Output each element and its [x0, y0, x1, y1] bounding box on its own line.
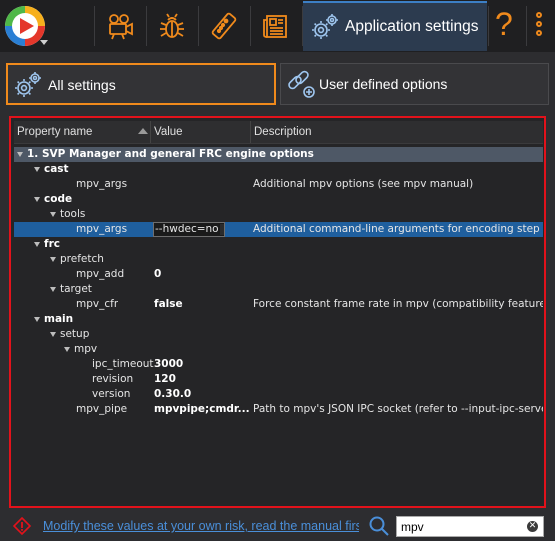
- expand-triangle-icon[interactable]: [50, 257, 56, 262]
- property-row[interactable]: mpv_add 0: [14, 267, 543, 282]
- property-row[interactable]: ipc_timeout 3000: [14, 357, 543, 372]
- toolbar-divider: [250, 6, 251, 46]
- user-defined-options-label: User defined options: [319, 76, 448, 92]
- property-value[interactable]: 0.30.0: [154, 387, 249, 402]
- property-grid: Property name Value Description 1. SVP M…: [9, 116, 546, 508]
- group-row[interactable]: frc: [14, 237, 543, 252]
- toolbar-divider: [488, 6, 489, 46]
- property-row[interactable]: mpv_args Additional mpv options (see mpv …: [14, 177, 543, 192]
- expand-triangle-icon[interactable]: [50, 287, 56, 292]
- group-row[interactable]: main: [14, 312, 543, 327]
- property-value[interactable]: 120: [154, 372, 249, 387]
- property-row[interactable]: mpv_pipe mpvpipe;cmdr... Path to mpv's JSO…: [14, 402, 543, 417]
- more-menu-icon[interactable]: [536, 12, 542, 39]
- group-row[interactable]: mpv: [14, 342, 543, 357]
- expand-triangle-icon[interactable]: [34, 167, 40, 172]
- column-header-property-name[interactable]: Property name: [14, 121, 151, 143]
- expand-triangle-icon[interactable]: [34, 317, 40, 322]
- category-row[interactable]: 1. SVP Manager and general FRC engine op…: [14, 147, 543, 162]
- toolbar-divider: [146, 6, 147, 46]
- property-description: Additional mpv options (see mpv manual): [253, 178, 474, 190]
- search-input[interactable]: [401, 518, 521, 535]
- video-camera-icon[interactable]: [97, 3, 143, 49]
- footer-bar: Modify these values at your own risk, re…: [0, 511, 555, 540]
- property-value[interactable]: mpvpipe;cmdr...: [154, 402, 249, 417]
- column-header-label: Description: [254, 126, 312, 138]
- grid-header: Property name Value Description: [14, 121, 543, 144]
- property-name: prefetch: [60, 253, 104, 265]
- remote-control-icon[interactable]: [201, 3, 247, 49]
- search-icon: [368, 515, 390, 537]
- bug-icon[interactable]: [149, 3, 195, 49]
- property-name: cast: [44, 163, 69, 175]
- property-name: main: [44, 313, 74, 325]
- gears-icon: [309, 11, 341, 47]
- property-name: tools: [60, 208, 86, 220]
- expand-triangle-icon[interactable]: [50, 332, 56, 337]
- group-row[interactable]: setup: [14, 327, 543, 342]
- text-cursor: [219, 223, 224, 235]
- newspaper-icon[interactable]: [252, 3, 298, 49]
- value-editor-text: --hwdec=no: [155, 223, 219, 235]
- column-header-value[interactable]: Value: [151, 121, 251, 143]
- value-editor[interactable]: --hwdec=no: [153, 222, 225, 237]
- all-settings-button[interactable]: All settings: [6, 63, 276, 105]
- help-icon[interactable]: ?: [495, 6, 513, 43]
- property-name: target: [60, 283, 92, 295]
- property-name: mpv_cfr: [76, 298, 119, 310]
- property-value[interactable]: 3000: [154, 357, 249, 372]
- expand-triangle-icon[interactable]: [34, 197, 40, 202]
- top-toolbar: Application settings ?: [0, 0, 555, 52]
- property-name: ipc_timeout: [92, 358, 154, 370]
- link-add-icon: [285, 68, 317, 104]
- property-name: 1. SVP Manager and general FRC engine op…: [27, 148, 314, 160]
- property-name: setup: [60, 328, 90, 340]
- group-row[interactable]: cast: [14, 162, 543, 177]
- property-name: revision: [92, 373, 134, 385]
- property-name: frc: [44, 238, 60, 250]
- property-row[interactable]: mpv_args --hwdec=no Additional command-lin…: [14, 222, 543, 237]
- toolbar-divider: [94, 6, 95, 46]
- group-row[interactable]: target: [14, 282, 543, 297]
- property-name: mpv: [74, 343, 98, 355]
- property-name: mpv_args: [76, 223, 128, 235]
- property-name: mpv_args: [76, 178, 128, 190]
- expand-triangle-icon[interactable]: [50, 212, 56, 217]
- column-header-label: Property name: [17, 126, 93, 138]
- toolbar-divider: [198, 6, 199, 46]
- sort-ascending-icon: [138, 128, 148, 134]
- search-field[interactable]: ✕: [396, 516, 544, 537]
- manual-warning-link[interactable]: Modify these values at your own risk, re…: [43, 519, 359, 533]
- group-row[interactable]: tools: [14, 207, 543, 222]
- warning-icon: [12, 516, 32, 536]
- group-row[interactable]: code: [14, 192, 543, 207]
- gears-icon: [12, 69, 44, 105]
- expand-triangle-icon[interactable]: [17, 152, 23, 157]
- property-value[interactable]: 0: [154, 267, 249, 282]
- property-row[interactable]: mpv_cfr false Force constant frame rate in…: [14, 297, 543, 312]
- clear-search-icon[interactable]: ✕: [527, 521, 538, 532]
- tab-label: Application settings: [345, 18, 479, 35]
- property-value[interactable]: false: [154, 297, 249, 312]
- property-name: mpv_add: [76, 268, 125, 280]
- property-name: mpv_pipe: [76, 403, 128, 415]
- property-name: version: [92, 388, 131, 400]
- group-row[interactable]: prefetch: [14, 252, 543, 267]
- user-defined-options-button[interactable]: User defined options: [280, 63, 549, 105]
- toolbar-divider: [526, 6, 527, 46]
- chevron-down-icon[interactable]: [40, 40, 48, 45]
- expand-triangle-icon[interactable]: [64, 347, 70, 352]
- all-settings-label: All settings: [48, 77, 116, 93]
- property-description: Force constant frame rate in mpv (compat…: [253, 298, 543, 310]
- property-row[interactable]: revision 120: [14, 372, 543, 387]
- tab-application-settings[interactable]: Application settings: [303, 1, 487, 51]
- expand-triangle-icon[interactable]: [34, 242, 40, 247]
- column-header-label: Value: [154, 126, 183, 138]
- property-row[interactable]: version 0.30.0: [14, 387, 543, 402]
- property-description: Path to mpv's JSON IPC socket (refer to …: [253, 403, 543, 415]
- property-description: Additional command-line arguments for en…: [253, 223, 543, 235]
- column-header-description[interactable]: Description: [251, 121, 543, 143]
- property-name: code: [44, 193, 73, 205]
